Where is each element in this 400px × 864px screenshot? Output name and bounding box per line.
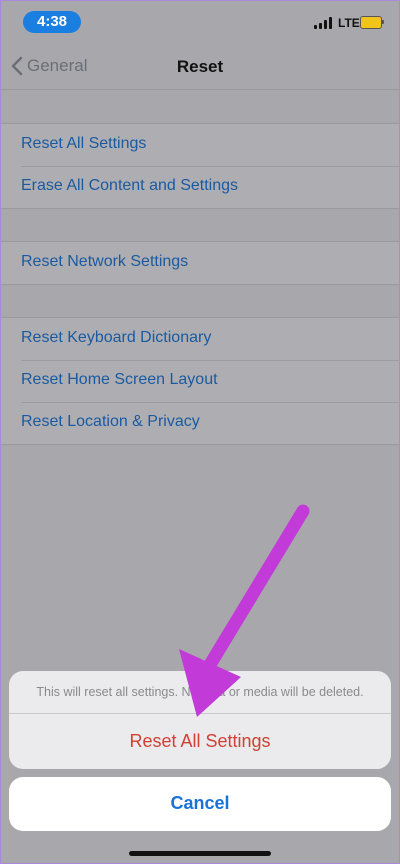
- reset-home-screen-layout-option: Reset Home Screen Layout: [21, 371, 218, 388]
- list-item[interactable]: Reset Network Settings: [1, 242, 399, 284]
- cellular-signal-icon: [314, 17, 334, 29]
- home-indicator: [129, 851, 271, 856]
- navigation-bar: General Reset: [1, 43, 399, 90]
- list-item[interactable]: Reset All Settings: [1, 124, 399, 166]
- cancel-button[interactable]: Cancel: [9, 777, 391, 831]
- list-item[interactable]: Erase All Content and Settings: [1, 166, 399, 208]
- reset-location-privacy-option: Reset Location & Privacy: [21, 413, 200, 430]
- settings-group-other: Reset Keyboard Dictionary Reset Home Scr…: [1, 317, 399, 445]
- settings-group-reset-all: Reset All Settings Erase All Content and…: [1, 123, 399, 209]
- cancel-button-label: Cancel: [170, 793, 230, 813]
- page-title: Reset: [176, 57, 224, 76]
- reset-keyboard-dictionary-option: Reset Keyboard Dictionary: [21, 329, 212, 346]
- action-sheet-message: This will reset all settings. No data or…: [36, 685, 364, 699]
- status-time: 4:38: [23, 11, 81, 33]
- action-sheet: This will reset all settings. No data or…: [9, 671, 391, 769]
- list-item[interactable]: Reset Keyboard Dictionary: [1, 318, 399, 360]
- screen: 4:38 LTE General Reset Reset All Setting…: [0, 0, 400, 864]
- reset-all-settings-button[interactable]: Reset All Settings: [9, 731, 391, 752]
- battery-tip-icon: [382, 20, 384, 24]
- network-type: LTE: [338, 16, 360, 30]
- reset-network-settings-option: Reset Network Settings: [21, 253, 189, 270]
- list-item[interactable]: Reset Home Screen Layout: [1, 360, 399, 402]
- reset-all-settings-option: Reset All Settings: [21, 135, 147, 152]
- battery-icon: [360, 16, 382, 29]
- status-bar: 4:38 LTE: [1, 1, 399, 43]
- divider: [9, 713, 391, 714]
- list-item[interactable]: Reset Location & Privacy: [1, 402, 399, 444]
- erase-all-content-option: Erase All Content and Settings: [21, 177, 239, 194]
- settings-group-network: Reset Network Settings: [1, 241, 399, 285]
